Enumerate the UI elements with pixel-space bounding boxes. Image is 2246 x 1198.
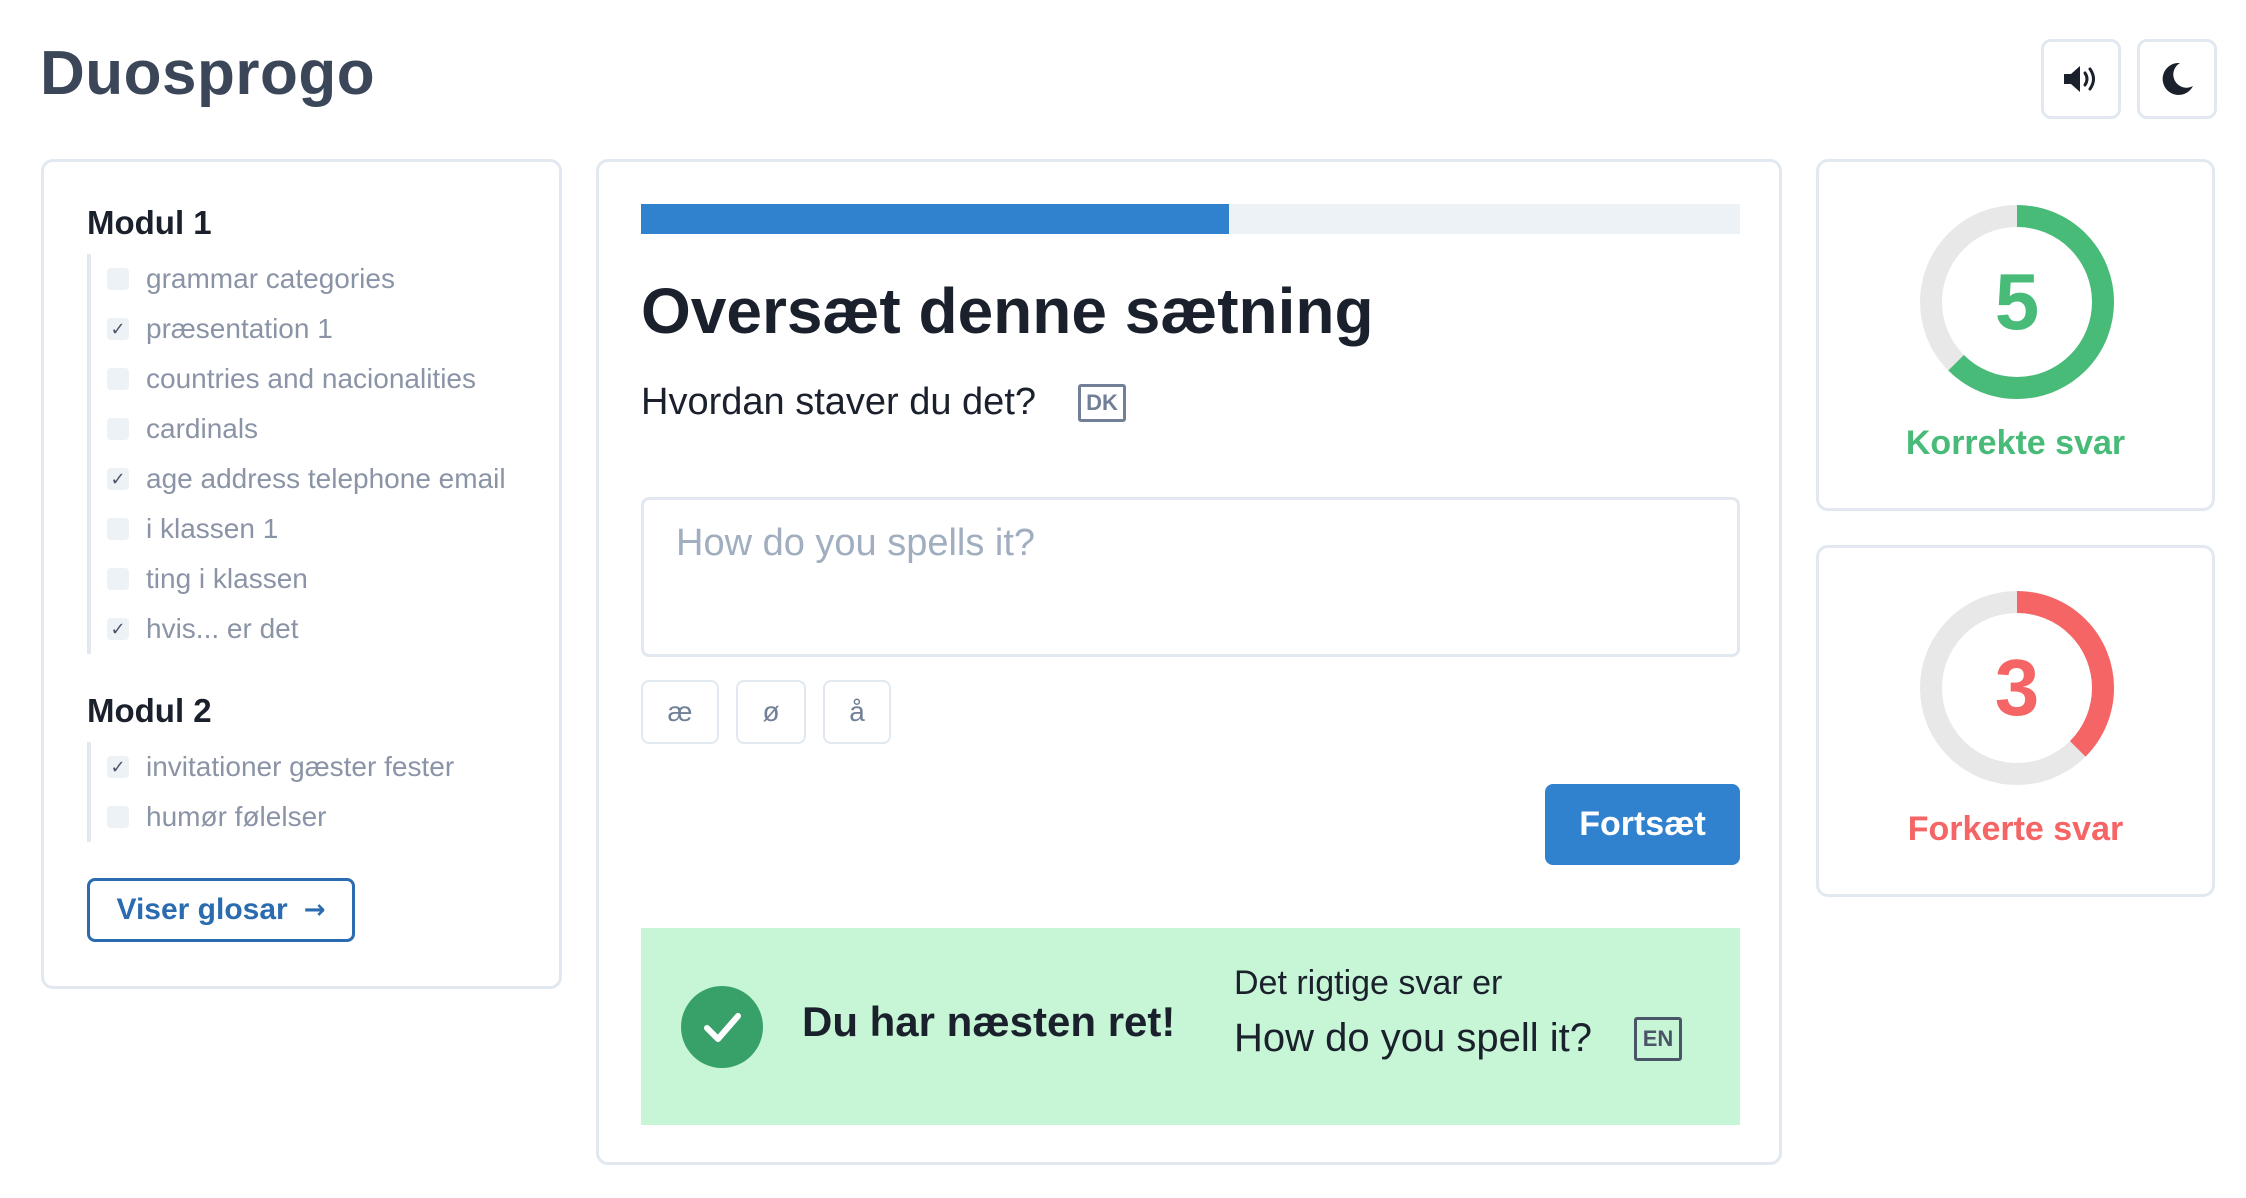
module-item[interactable]: ✓ age address telephone email (107, 454, 516, 504)
module-item[interactable]: countries and nacionalities (107, 354, 516, 404)
checkbox-checked[interactable]: ✓ (107, 468, 129, 490)
module-item-label: cardinals (146, 413, 259, 444)
module-list: grammar categories ✓ præsentation 1 countri… (87, 254, 516, 654)
module-item-label: grammar categories (146, 263, 395, 294)
correct-count: 5 (1994, 257, 2040, 346)
module-title: Modul 2 (87, 692, 212, 729)
module-item-label: i klassen 1 (146, 513, 279, 544)
app-title: Duosprogo (40, 39, 376, 108)
continue-button[interactable]: Fortsæt (1545, 784, 1740, 865)
view-glossary-button[interactable]: Viser glosar → (87, 878, 355, 942)
module-item-label: ting i klassen (146, 563, 308, 594)
module-item-label: invitationer gæster fester (146, 751, 455, 782)
checkbox-checked[interactable]: ✓ (107, 756, 129, 778)
exercise-title: Oversæt denne sætning (641, 275, 1374, 347)
module-item-label: hvis... er det (146, 613, 299, 644)
correct-answer-text: How do you spell it? (1234, 1016, 1592, 1060)
speaker-volume-icon (2064, 66, 2095, 92)
feedback-banner: Du har næsten ret! Det rigtige svar er H… (641, 928, 1740, 1125)
module-title: Modul 1 (87, 204, 212, 241)
module-item-label: age address telephone email (146, 463, 506, 494)
module-item[interactable]: grammar categories (107, 254, 516, 304)
wrong-score-card: 3 Forkerte svar (1816, 545, 2215, 897)
module-item[interactable]: humør følelser (107, 792, 516, 842)
view-glossary-label: Viser glosar (116, 893, 288, 926)
sound-button[interactable] (2041, 39, 2121, 119)
checkbox[interactable] (107, 368, 129, 390)
module-section: Modul 1 grammar categories ✓ præsentation … (87, 204, 516, 654)
source-sentence-row: Hvordan staver du det? DK (641, 381, 1127, 424)
insert-ae-button[interactable]: æ (641, 680, 719, 744)
checkbox-checked[interactable]: ✓ (107, 618, 129, 640)
theme-toggle-button[interactable] (2137, 39, 2217, 119)
module-section: Modul 2 ✓ invitationer gæster fester humør… (87, 692, 516, 842)
correct-answer-row: How do you spell it? EN (1234, 1016, 1682, 1061)
checkbox[interactable] (107, 518, 129, 540)
check-circle-icon (681, 986, 763, 1068)
module-item-label: countries and nacionalities (146, 363, 476, 394)
source-sentence: Hvordan staver du det? (641, 381, 1037, 423)
correct-answer-label: Det rigtige svar er (1234, 964, 1503, 1002)
answer-input[interactable] (641, 497, 1740, 657)
feedback-title: Du har næsten ret! (802, 998, 1176, 1045)
checkbox[interactable] (107, 806, 129, 828)
progress-fill (641, 204, 1229, 234)
checkbox-checked[interactable]: ✓ (107, 318, 129, 340)
module-item[interactable]: ting i klassen (107, 554, 516, 604)
source-lang-badge: DK (1078, 383, 1127, 422)
checkbox[interactable] (107, 268, 129, 290)
module-sidebar: Modul 1 grammar categories ✓ præsentation … (41, 159, 562, 989)
insert-oe-button[interactable]: ø (736, 680, 806, 744)
wrong-label: Forkerte svar (1907, 810, 2124, 848)
arrow-right-icon: → (303, 895, 326, 925)
module-list: ✓ invitationer gæster fester humør følelse… (87, 742, 516, 842)
checkbox[interactable] (107, 418, 129, 440)
module-item[interactable]: i klassen 1 (107, 504, 516, 554)
exercise-panel: Oversæt denne sætning Hvordan staver du … (596, 159, 1782, 1165)
wrong-count: 3 (1994, 643, 2040, 732)
correct-label: Korrekte svar (1905, 424, 2126, 462)
module-item[interactable]: ✓ præsentation 1 (107, 304, 516, 354)
moon-icon (2162, 62, 2193, 95)
insert-aa-button[interactable]: å (823, 680, 891, 744)
module-item[interactable]: ✓ invitationer gæster fester (107, 742, 516, 792)
progress-bar (641, 204, 1740, 234)
correct-score-card: 5 Korrekte svar (1816, 159, 2215, 511)
module-item-label: humør følelser (146, 801, 327, 832)
answer-lang-badge: EN (1633, 1016, 1682, 1061)
module-item[interactable]: cardinals (107, 404, 516, 454)
checkbox[interactable] (107, 568, 129, 590)
module-item-label: præsentation 1 (146, 313, 333, 344)
module-item[interactable]: ✓ hvis... er det (107, 604, 516, 654)
